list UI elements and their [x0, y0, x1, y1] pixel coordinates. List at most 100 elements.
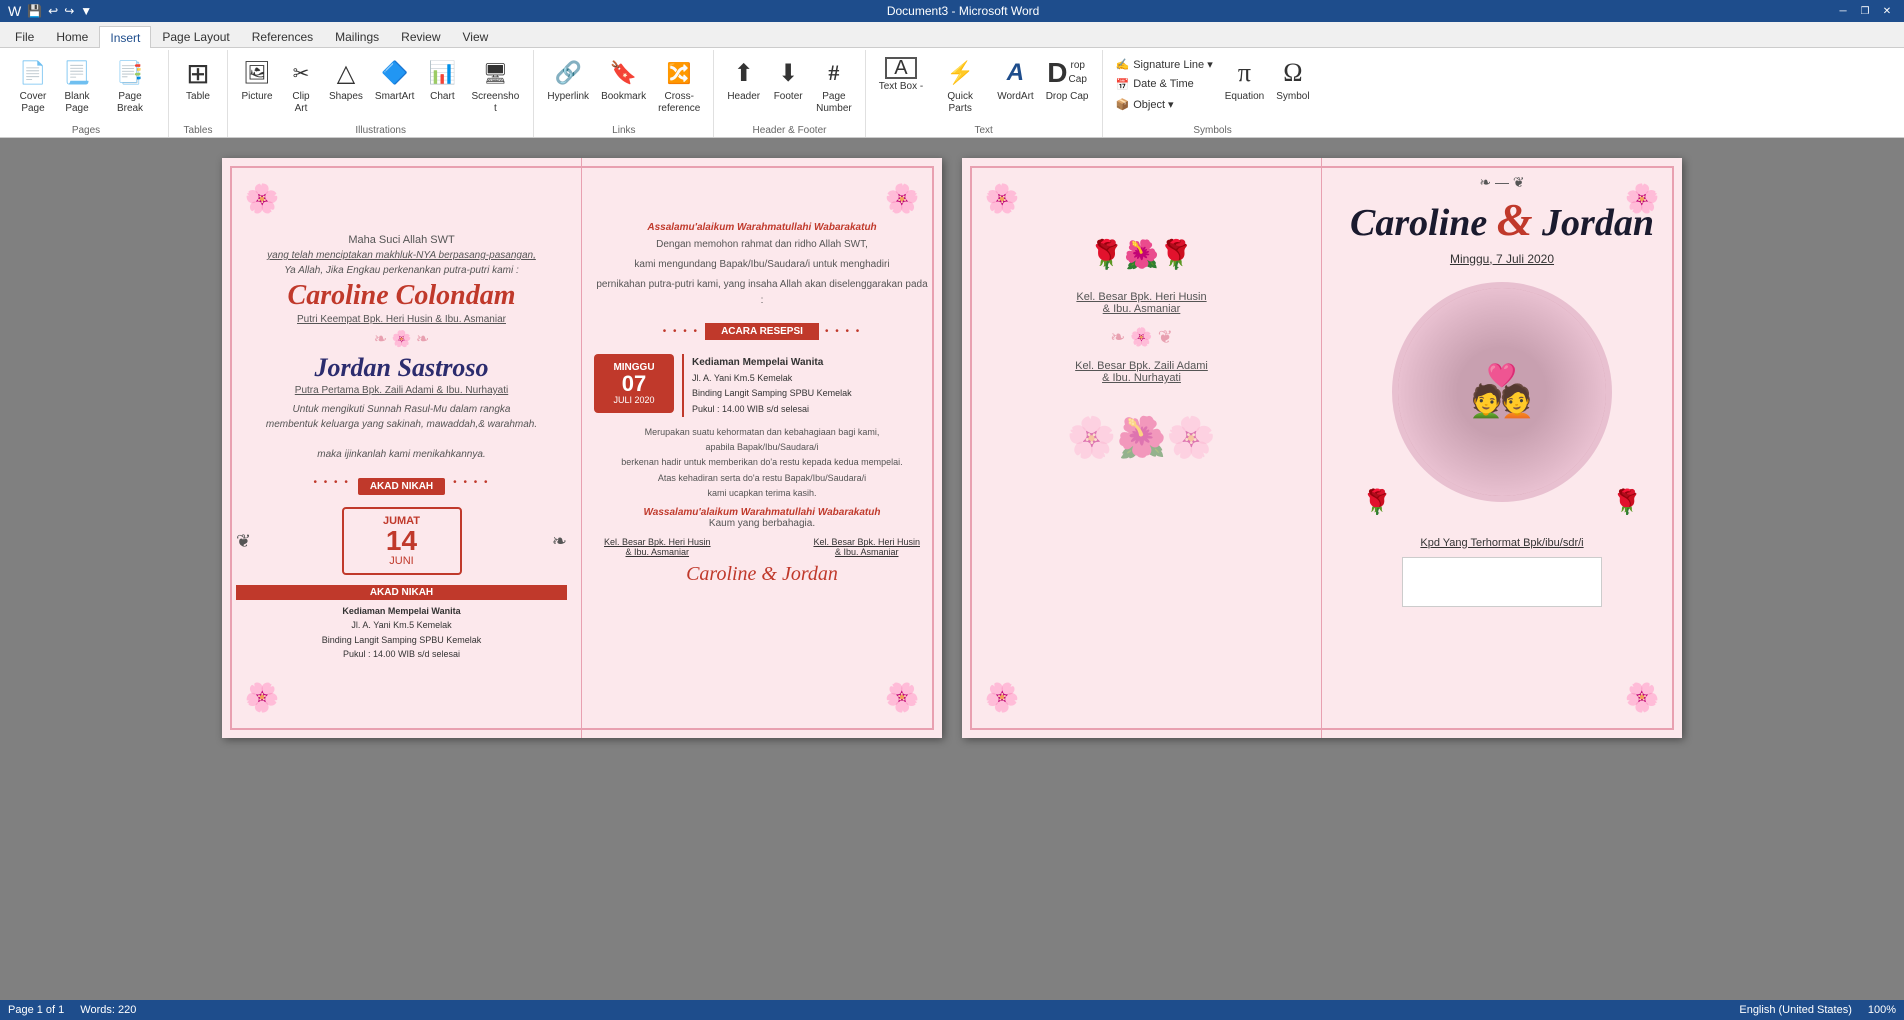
screenshot-button[interactable]: 🖥 Screenshot	[465, 54, 525, 122]
minimize-button[interactable]: ─	[1834, 4, 1852, 18]
untuk-text: Untuk mengikuti Sunnah Rasul-Mu dalam ra…	[236, 402, 567, 462]
signature-label: Signature Line ▾	[1133, 58, 1213, 71]
ttd-right1: Kel. Besar Bpk. Heri Husin	[813, 537, 920, 547]
venue-text: Kediaman Mempelai Wanita Jl. A. Yani Km.…	[236, 604, 567, 662]
tab-view[interactable]: View	[452, 25, 500, 47]
tables-group-label: Tables	[177, 122, 219, 138]
left-panel: Maha Suci Allah SWT yang telah menciptak…	[236, 234, 567, 662]
smartart-button[interactable]: 🔷 SmartArt	[370, 54, 419, 122]
shapes-label: Shapes	[329, 91, 363, 103]
shapes-button[interactable]: △ Shapes	[324, 54, 368, 122]
leaf-right: ❧	[552, 531, 567, 552]
smartart-icon: 🔷	[379, 57, 411, 89]
date-time-button[interactable]: 📅 Date & Time	[1111, 74, 1218, 94]
tab-home[interactable]: Home	[45, 25, 99, 47]
akad-date: 14	[350, 527, 454, 555]
ribbon-group-links: 🔗 Hyperlink 🔖 Bookmark 🔀 Cross-reference…	[534, 50, 714, 137]
ribbon-group-header-footer: ⬆ Header ⬇ Footer # PageNumber Header & …	[714, 50, 865, 137]
ttd-left1: Kel. Besar Bpk. Heri Husin	[604, 537, 711, 547]
ttd-left2: & Ibu. Asmaniar	[604, 547, 711, 557]
wordart-button[interactable]: A WordArt	[992, 54, 1039, 122]
merupakan3: berkenan hadir untuk memberikan do'a res…	[621, 457, 902, 467]
quick-undo[interactable]: ↩	[48, 4, 58, 18]
merupakan5: kami ucapkan terima kasih.	[707, 488, 816, 498]
title-bar: W 💾 ↩ ↪ ▼ Document3 - Microsoft Word ─ ❐…	[0, 0, 1904, 22]
page-break-button[interactable]: 📑 Page Break	[100, 54, 160, 122]
venue1-time: Pukul : 14.00 WIB s/d selesai	[692, 402, 852, 417]
ibu2: & Ibu. Nurhayati	[978, 372, 1305, 384]
signature-col: ✍ Signature Line ▾ 📅 Date & Time 📦 Objec…	[1111, 54, 1218, 122]
akad-month: JUNI	[350, 555, 454, 567]
blank-page-button[interactable]: 📃 BlankPage	[56, 54, 98, 122]
ribbon-group-pages: 📄 CoverPage 📃 BlankPage 📑 Page Break Pag…	[4, 50, 169, 137]
couple-name2: Jordan	[1542, 202, 1654, 244]
equation-button[interactable]: π Equation	[1220, 54, 1269, 122]
object-button[interactable]: 📦 Object ▾	[1111, 94, 1218, 114]
symbols-group-label: Symbols	[1111, 122, 1315, 138]
signature-line-button[interactable]: ✍ Signature Line ▾	[1111, 54, 1218, 74]
zoom-level: 100%	[1868, 1004, 1896, 1016]
tab-review[interactable]: Review	[390, 25, 451, 47]
page-number-icon: #	[818, 57, 850, 89]
drop-cap-label: Drop Cap	[1046, 91, 1089, 103]
address-box[interactable]	[1402, 557, 1602, 607]
document-area: 🌸 🌸 🌸 🌸 Maha Suci Allah SWT yang telah m…	[0, 138, 1904, 1000]
quick-parts-button[interactable]: ⚡ Quick Parts	[930, 54, 990, 122]
text-box-button[interactable]: A Text Box -	[874, 54, 928, 122]
chart-icon: 📊	[426, 57, 458, 89]
shapes-icon: △	[330, 57, 362, 89]
text-box-icon: A	[885, 57, 917, 79]
quick-save[interactable]: 💾	[27, 4, 42, 18]
ribbon-group-symbols: ✍ Signature Line ▾ 📅 Date & Time 📦 Objec…	[1103, 50, 1323, 137]
customize-qa[interactable]: ▼	[80, 4, 92, 18]
bookmark-button[interactable]: 🔖 Bookmark	[596, 54, 651, 122]
picture-button[interactable]: 🖼 Picture	[236, 54, 278, 122]
venue1-address: Jl. A. Yani Km.5 Kemelak	[692, 371, 852, 386]
picture-icon: 🖼	[241, 57, 273, 89]
tab-pagelayout[interactable]: Page Layout	[151, 25, 240, 47]
page-number-button[interactable]: # PageNumber	[811, 54, 857, 122]
tab-insert[interactable]: Insert	[99, 26, 151, 48]
merupakan1: Merupakan suatu kehormatan dan kebahagia…	[645, 427, 880, 437]
groom-name: Jordan Sastroso	[236, 353, 567, 383]
screenshot-icon: 🖥	[479, 57, 511, 89]
cross-reference-button[interactable]: 🔀 Cross-reference	[653, 54, 705, 122]
dengan-text: Dengan memohon rahmat dan ridho Allah SW…	[594, 237, 930, 253]
footer-button[interactable]: ⬇ Footer	[767, 54, 809, 122]
cover-page-label: CoverPage	[20, 91, 47, 115]
clip-art-button[interactable]: ✂ ClipArt	[280, 54, 322, 122]
bookmark-icon: 🔖	[608, 57, 640, 89]
couple-name1: Caroline	[1350, 202, 1487, 244]
tab-references[interactable]: References	[241, 25, 324, 47]
ttd-left: Kel. Besar Bpk. Heri Husin & Ibu. Asmani…	[604, 537, 711, 557]
close-button[interactable]: ✕	[1878, 4, 1896, 18]
couple-signature: Caroline & Jordan	[594, 563, 930, 586]
blank-page-label: BlankPage	[64, 91, 89, 115]
tanggal-text: Minggu, 7 Juli 2020	[1342, 252, 1662, 266]
title-bar-left: W 💾 ↩ ↪ ▼	[8, 3, 92, 19]
restore-button[interactable]: ❐	[1856, 4, 1874, 18]
couple-photo: 💑	[1392, 282, 1612, 502]
drop-cap-button[interactable]: DropCap Drop Cap	[1041, 54, 1094, 122]
text-group-label: Text	[874, 122, 1094, 138]
header-button[interactable]: ⬆ Header	[722, 54, 765, 122]
tab-mailings[interactable]: Mailings	[324, 25, 390, 47]
quick-parts-icon: ⚡	[944, 57, 976, 89]
hyperlink-button[interactable]: 🔗 Hyperlink	[542, 54, 594, 122]
pages-group-label: Pages	[12, 122, 160, 138]
chart-button[interactable]: 📊 Chart	[421, 54, 463, 122]
tab-file[interactable]: File	[4, 25, 45, 47]
symbol-button[interactable]: Ω Symbol	[1271, 54, 1314, 122]
window-controls: ─ ❐ ✕	[1834, 4, 1896, 18]
maha-suci-text: Maha Suci Allah SWT	[236, 234, 567, 246]
quick-redo[interactable]: ↪	[64, 4, 74, 18]
screenshot-label: Screenshot	[470, 91, 520, 115]
date-time-label: Date & Time	[1133, 78, 1194, 90]
page2-left-panel: 🌹🌺🌹 Kel. Besar Bpk. Heri Husin & Ibu. As…	[978, 238, 1305, 461]
cover-page-button[interactable]: 📄 CoverPage	[12, 54, 54, 122]
table-button[interactable]: ⊞ Table	[177, 54, 219, 122]
footer-label: Footer	[774, 91, 803, 103]
ribbon-group-text: A Text Box - ⚡ Quick Parts A WordArt Dro…	[866, 50, 1103, 137]
document-page-1: 🌸 🌸 🌸 🌸 Maha Suci Allah SWT yang telah m…	[222, 158, 942, 738]
document-page-2: 🌸 🌸 🌸 🌸 🌹🌺🌹 Kel. Besar Bpk. Heri Husin &…	[962, 158, 1682, 738]
